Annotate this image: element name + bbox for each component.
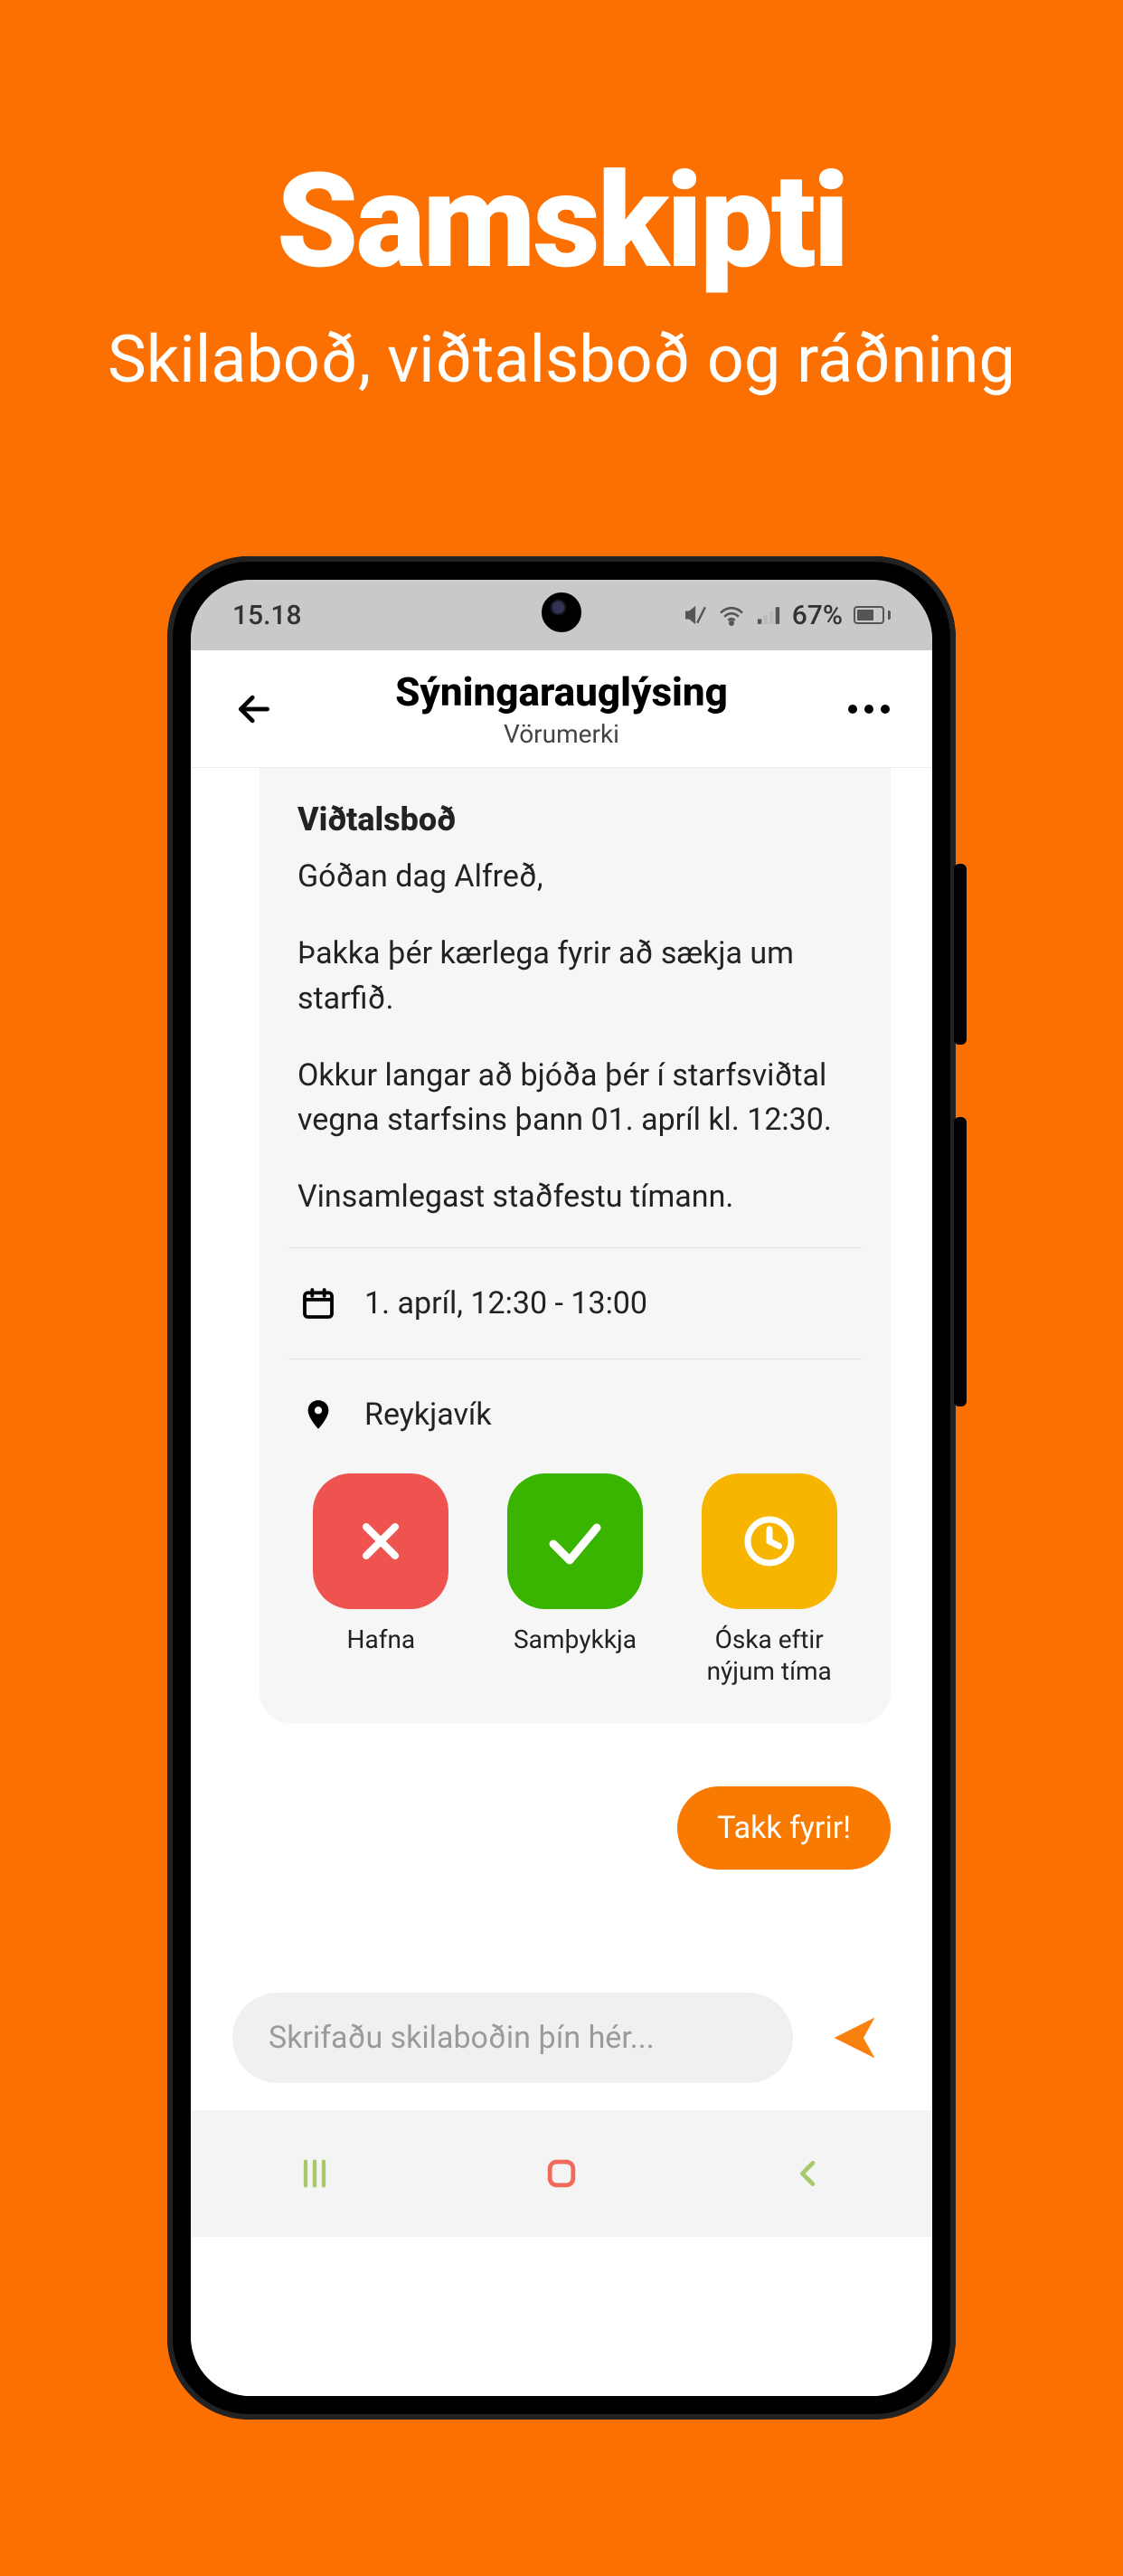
reschedule-button[interactable] bbox=[702, 1473, 837, 1609]
recents-icon bbox=[295, 2155, 335, 2192]
send-icon bbox=[827, 2011, 882, 2065]
app-header: Sýningarauglýsing Vörumerki bbox=[191, 650, 932, 768]
location-row: Reykjavík bbox=[297, 1387, 853, 1443]
check-icon bbox=[543, 1509, 608, 1574]
reject-label: Hafna bbox=[347, 1624, 416, 1655]
message-body: Góðan dag Alfreð, Þakka þér kærlega fyri… bbox=[297, 855, 853, 1220]
phone-side-button bbox=[954, 864, 967, 1045]
phone-side-button bbox=[954, 1117, 967, 1406]
message-paragraph: Okkur langar að bjóða þér í starfsviðtal… bbox=[297, 1054, 853, 1143]
android-nav-bar bbox=[191, 2110, 932, 2237]
status-time: 15.18 bbox=[232, 600, 302, 631]
signal-icon bbox=[756, 605, 781, 625]
datetime-text: 1. apríl, 12:30 - 13:00 bbox=[364, 1285, 647, 1321]
message-paragraph: Vinsamlegast staðfestu tímann. bbox=[297, 1175, 853, 1219]
location-text: Reykjavík bbox=[364, 1397, 492, 1433]
mute-icon bbox=[684, 603, 707, 627]
battery-icon bbox=[854, 606, 891, 624]
home-icon bbox=[542, 2154, 581, 2193]
header-subtitle: Vörumerki bbox=[191, 719, 932, 749]
chevron-left-icon bbox=[790, 2154, 826, 2193]
more-horizontal-icon bbox=[848, 705, 890, 714]
calendar-icon bbox=[297, 1283, 339, 1324]
wifi-icon bbox=[718, 604, 745, 626]
recents-button[interactable] bbox=[278, 2146, 351, 2201]
accept-button[interactable] bbox=[507, 1473, 643, 1609]
home-button[interactable] bbox=[525, 2146, 598, 2201]
chat-body: Viðtalsboð Góðan dag Alfreð, Þakka þér k… bbox=[191, 768, 932, 2396]
promo-subtitle: Skilaboð, viðtalsboð og ráðning bbox=[0, 321, 1123, 398]
action-row: Hafna Samþykkja bbox=[297, 1473, 853, 1687]
front-camera bbox=[542, 592, 581, 632]
x-icon bbox=[352, 1512, 410, 1570]
reschedule-label: Óska eftir nýjum tíma bbox=[685, 1624, 853, 1687]
status-bar: 15.18 67% bbox=[191, 580, 932, 650]
phone-screen: 15.18 67% bbox=[191, 580, 932, 2396]
divider bbox=[288, 1247, 862, 1248]
message-title: Viðtalsboð bbox=[297, 800, 853, 838]
interview-card: Viðtalsboð Góðan dag Alfreð, Þakka þér k… bbox=[260, 768, 891, 1723]
back-button[interactable] bbox=[227, 682, 281, 736]
message-composer: Skrifaðu skilaboðin þín hér... bbox=[191, 1969, 932, 2083]
message-paragraph: Góðan dag Alfreð, bbox=[297, 855, 853, 899]
message-input[interactable]: Skrifaðu skilaboðin þín hér... bbox=[232, 1993, 793, 2083]
header-title: Sýningarauglýsing bbox=[191, 668, 932, 715]
message-paragraph: Þakka þér kærlega fyrir að sækja um star… bbox=[297, 932, 853, 1021]
back-nav-button[interactable] bbox=[772, 2146, 845, 2201]
reply-text: Takk fyrir! bbox=[677, 1786, 891, 1870]
promo-title: Samskipti bbox=[0, 145, 1123, 298]
clock-icon bbox=[741, 1512, 798, 1570]
battery-text: 67% bbox=[792, 600, 843, 631]
phone-frame: 15.18 67% bbox=[167, 556, 956, 2420]
arrow-left-icon bbox=[234, 689, 274, 729]
more-button[interactable] bbox=[842, 682, 896, 736]
send-button[interactable] bbox=[818, 2002, 891, 2074]
location-pin-icon bbox=[297, 1394, 339, 1435]
user-reply: Takk fyrir! bbox=[677, 1786, 891, 1870]
reject-button[interactable] bbox=[313, 1473, 448, 1609]
datetime-row: 1. apríl, 12:30 - 13:00 bbox=[297, 1275, 853, 1331]
accept-label: Samþykkja bbox=[514, 1624, 637, 1655]
